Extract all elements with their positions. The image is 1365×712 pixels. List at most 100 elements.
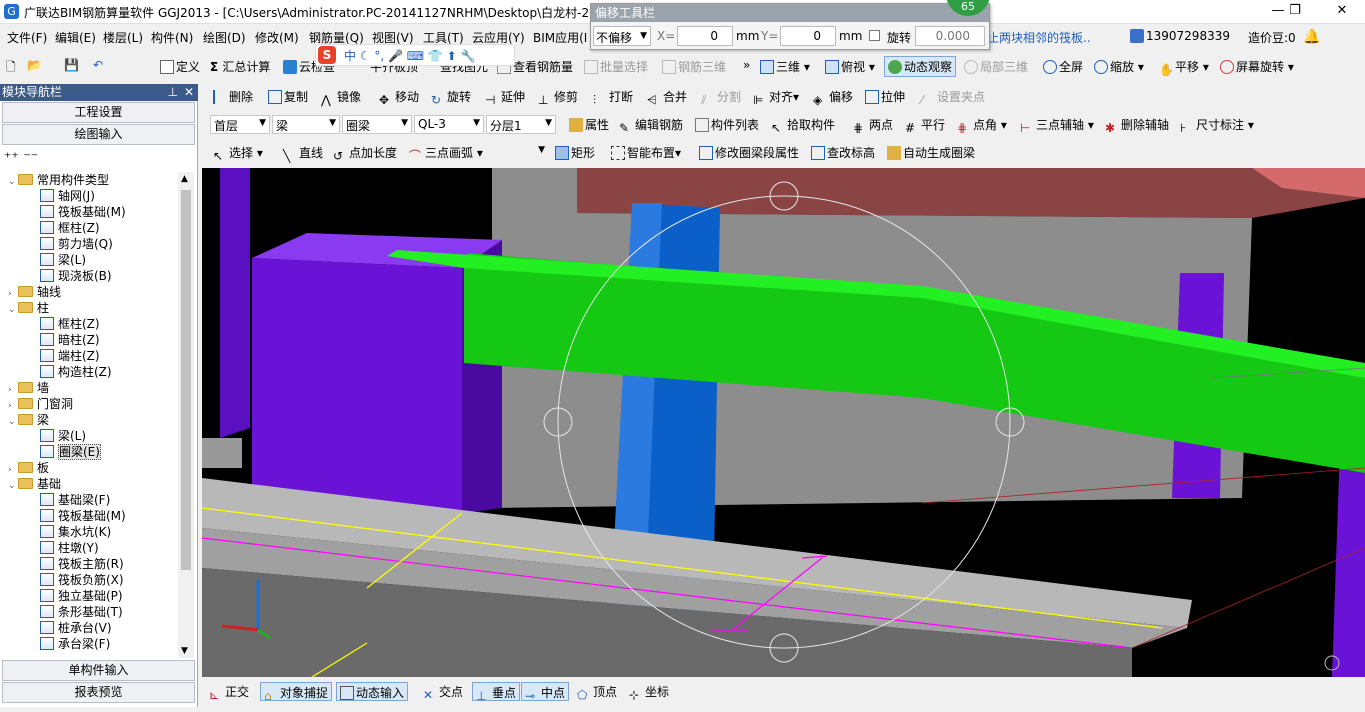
offset-button[interactable]: ◈ 偏移 — [813, 88, 853, 107]
tab-project-settings[interactable]: 工程设置 — [2, 102, 195, 123]
vertex-snap[interactable]: ⬠ 顶点 — [574, 682, 620, 702]
modify-ring-beam-button[interactable]: 修改圈梁段属性 — [699, 144, 799, 161]
component-list-button[interactable]: 构件列表 — [695, 116, 759, 133]
layer-select[interactable]: 分层1 ▼ — [486, 115, 556, 134]
y-offset-input[interactable]: 0 — [780, 26, 836, 46]
edit-rebar-button[interactable]: ✎ 编辑钢筋 — [619, 116, 683, 135]
fullscreen-button[interactable]: 全屏 — [1043, 58, 1083, 75]
tree-item[interactable]: 框柱(Z) — [40, 316, 100, 332]
pick-component-button[interactable]: ↖ 拾取构件 — [771, 116, 835, 135]
3d-scene[interactable] — [202, 168, 1365, 677]
tree-item[interactable]: 轴网(J) — [40, 188, 95, 204]
tab-drawing-input[interactable]: 绘图输入 — [2, 124, 195, 145]
tab-report-preview[interactable]: 报表预览 — [2, 682, 195, 703]
set-grip-button[interactable]: ⁄ 设置夹点 — [921, 88, 985, 107]
split-button[interactable]: ⫽ 分割 — [701, 88, 741, 107]
intersection-snap[interactable]: ✕ 交点 — [420, 682, 466, 702]
screen-rotate-dropdown[interactable]: 屏幕旋转 ▾ — [1220, 58, 1294, 75]
tree-scrollbar[interactable]: ▲ ▼ — [178, 172, 194, 658]
tree-item[interactable]: 构造柱(Z) — [40, 364, 112, 380]
align-dropdown[interactable]: ⊫ 对齐▾ — [753, 88, 799, 107]
rotate-angle-input[interactable]: 0.000 — [915, 26, 985, 46]
ime-toolbar[interactable]: S 中 ☾ °, 🎤 ⌨ 👕 ⬆ 🔧 — [315, 44, 515, 66]
tab-single-component[interactable]: 单构件输入 — [2, 660, 195, 681]
tree-folder[interactable]: ⌄ 基础 — [8, 476, 61, 492]
tree-item[interactable]: 桩承台(V) — [40, 620, 112, 636]
tree-item[interactable]: 梁(L) — [40, 428, 86, 444]
trim-button[interactable]: ⊥ 修剪 — [538, 88, 578, 107]
midpoint-snap[interactable]: ⊸ 中点 — [521, 682, 570, 703]
copy-button[interactable]: 复制 — [268, 88, 308, 105]
three-d-dropdown[interactable]: 三维 ▾ — [760, 58, 810, 75]
top-view-dropdown[interactable]: 俯视 ▾ — [825, 58, 875, 75]
ortho-toggle[interactable]: ⊾ 正交 — [206, 682, 252, 702]
rectangle-button[interactable]: 矩形 — [555, 144, 595, 161]
x-offset-input[interactable]: 0 — [677, 26, 733, 46]
tree-item[interactable]: 筏板负筋(X) — [40, 572, 124, 588]
tree-item[interactable]: 集水坑(K) — [40, 524, 111, 540]
tree-folder[interactable]: ⌄ 常用构件类型 — [8, 172, 109, 188]
more-tools-chevron-icon[interactable]: » — [743, 58, 750, 72]
tree-item[interactable]: 圈梁(E) — [40, 444, 101, 460]
menu-edit[interactable]: 编辑(E) — [55, 29, 96, 46]
expand-all-icon[interactable]: ⁺⁺ — [4, 150, 19, 166]
extend-button[interactable]: ⊣ 延伸 — [485, 88, 525, 107]
menu-modify[interactable]: 修改(M) — [255, 29, 299, 46]
move-button[interactable]: ✥ 移动 — [379, 88, 419, 107]
expand-arrow-icon[interactable]: ⌄ — [8, 302, 18, 318]
save-icon[interactable]: 💾 — [64, 58, 79, 72]
tree-item[interactable]: 现浇板(B) — [40, 268, 112, 284]
tree-item[interactable]: 基础梁(F) — [40, 492, 110, 508]
pan-dropdown[interactable]: ✋平移 ▾ — [1159, 58, 1209, 77]
dynamic-input-toggle[interactable]: 动态输入 — [336, 682, 409, 701]
sogou-ime-icon[interactable]: S — [318, 46, 336, 64]
tree-item[interactable]: 独立基础(P) — [40, 588, 123, 604]
component-select[interactable]: QL-3 ▼ — [414, 115, 484, 134]
arc-mode-select[interactable]: ▼ — [492, 143, 548, 162]
floor-select[interactable]: 首层 ▼ — [210, 115, 270, 134]
merge-button[interactable]: ⩤ 合并 — [647, 88, 687, 107]
rotate-checkbox[interactable] — [869, 30, 880, 41]
tree-item[interactable]: 框柱(Z) — [40, 220, 100, 236]
stretch-button[interactable]: 拉伸 — [865, 88, 905, 105]
tree-folder[interactable]: ⌄ 梁 — [8, 412, 49, 428]
3d-viewport[interactable] — [202, 168, 1365, 677]
batch-select-button[interactable]: 批量选择 — [584, 58, 648, 75]
tree-folder[interactable]: › 板 — [8, 460, 49, 476]
scroll-down-icon[interactable]: ▼ — [181, 646, 188, 656]
parallel-button[interactable]: # 平行 — [905, 116, 945, 135]
delete-button[interactable]: 删除 — [213, 88, 253, 105]
maximize-button[interactable]: ❐ — [1272, 0, 1318, 24]
three-point-arc-dropdown[interactable]: ⌒ 三点画弧 ▾ — [409, 144, 483, 163]
expand-arrow-icon[interactable]: ⌄ — [8, 478, 18, 494]
smart-layout-dropdown[interactable]: 智能布置▾ — [611, 144, 681, 161]
tree-folder[interactable]: ⌄ 柱 — [8, 300, 49, 316]
collapse-all-icon[interactable]: ⁻⁻ — [23, 150, 38, 166]
dynamic-view-button[interactable]: 动态观察 — [884, 56, 957, 77]
offset-mode-select[interactable]: 不偏移 ▼ — [593, 26, 651, 46]
rotate-button[interactable]: ↻ 旋转 — [431, 88, 471, 107]
perpendicular-snap[interactable]: ⊥ 垂点 — [472, 682, 521, 703]
tree-folder[interactable]: › 门窗洞 — [8, 396, 73, 412]
scroll-thumb[interactable] — [181, 190, 191, 570]
line-button[interactable]: ╲ 直线 — [283, 144, 323, 163]
ime-chinese-icon[interactable]: 中 ☾ °, 🎤 ⌨ 👕 ⬆ 🔧 — [344, 47, 475, 64]
object-snap-toggle[interactable]: ⌂ 对象捕捉 — [260, 682, 333, 703]
rebar-3d-button[interactable]: 钢筋三维 — [662, 58, 726, 75]
open-folder-icon[interactable]: 📂 — [27, 58, 42, 72]
define-button[interactable]: 定义 — [160, 58, 200, 75]
menu-draw[interactable]: 绘图(D) — [203, 29, 246, 46]
coordinate-snap[interactable]: ⊹ 坐标 — [626, 682, 672, 702]
hint-link[interactable]: 止两块相邻的筏板.. — [987, 29, 1091, 46]
pin-icon[interactable]: ⊥ — [168, 84, 178, 101]
tree-item[interactable]: 筏板主筋(R) — [40, 556, 124, 572]
notification-bell-icon[interactable]: 🔔 — [1303, 29, 1320, 45]
zoom-dropdown[interactable]: 缩放 ▾ — [1094, 58, 1144, 75]
tree-item[interactable]: 梁(L) — [40, 252, 86, 268]
tree-item[interactable]: 剪力墙(Q) — [40, 236, 113, 252]
check-elevation-button[interactable]: 查改标高 — [811, 144, 875, 161]
tree-item[interactable]: 暗柱(Z) — [40, 332, 100, 348]
delete-aux-axis-button[interactable]: ✱ 删除辅轴 — [1105, 116, 1169, 135]
dimension-dropdown[interactable]: ⊦ 尺寸标注 ▾ — [1180, 116, 1254, 135]
close-window-button[interactable]: ✕ — [1319, 0, 1365, 24]
